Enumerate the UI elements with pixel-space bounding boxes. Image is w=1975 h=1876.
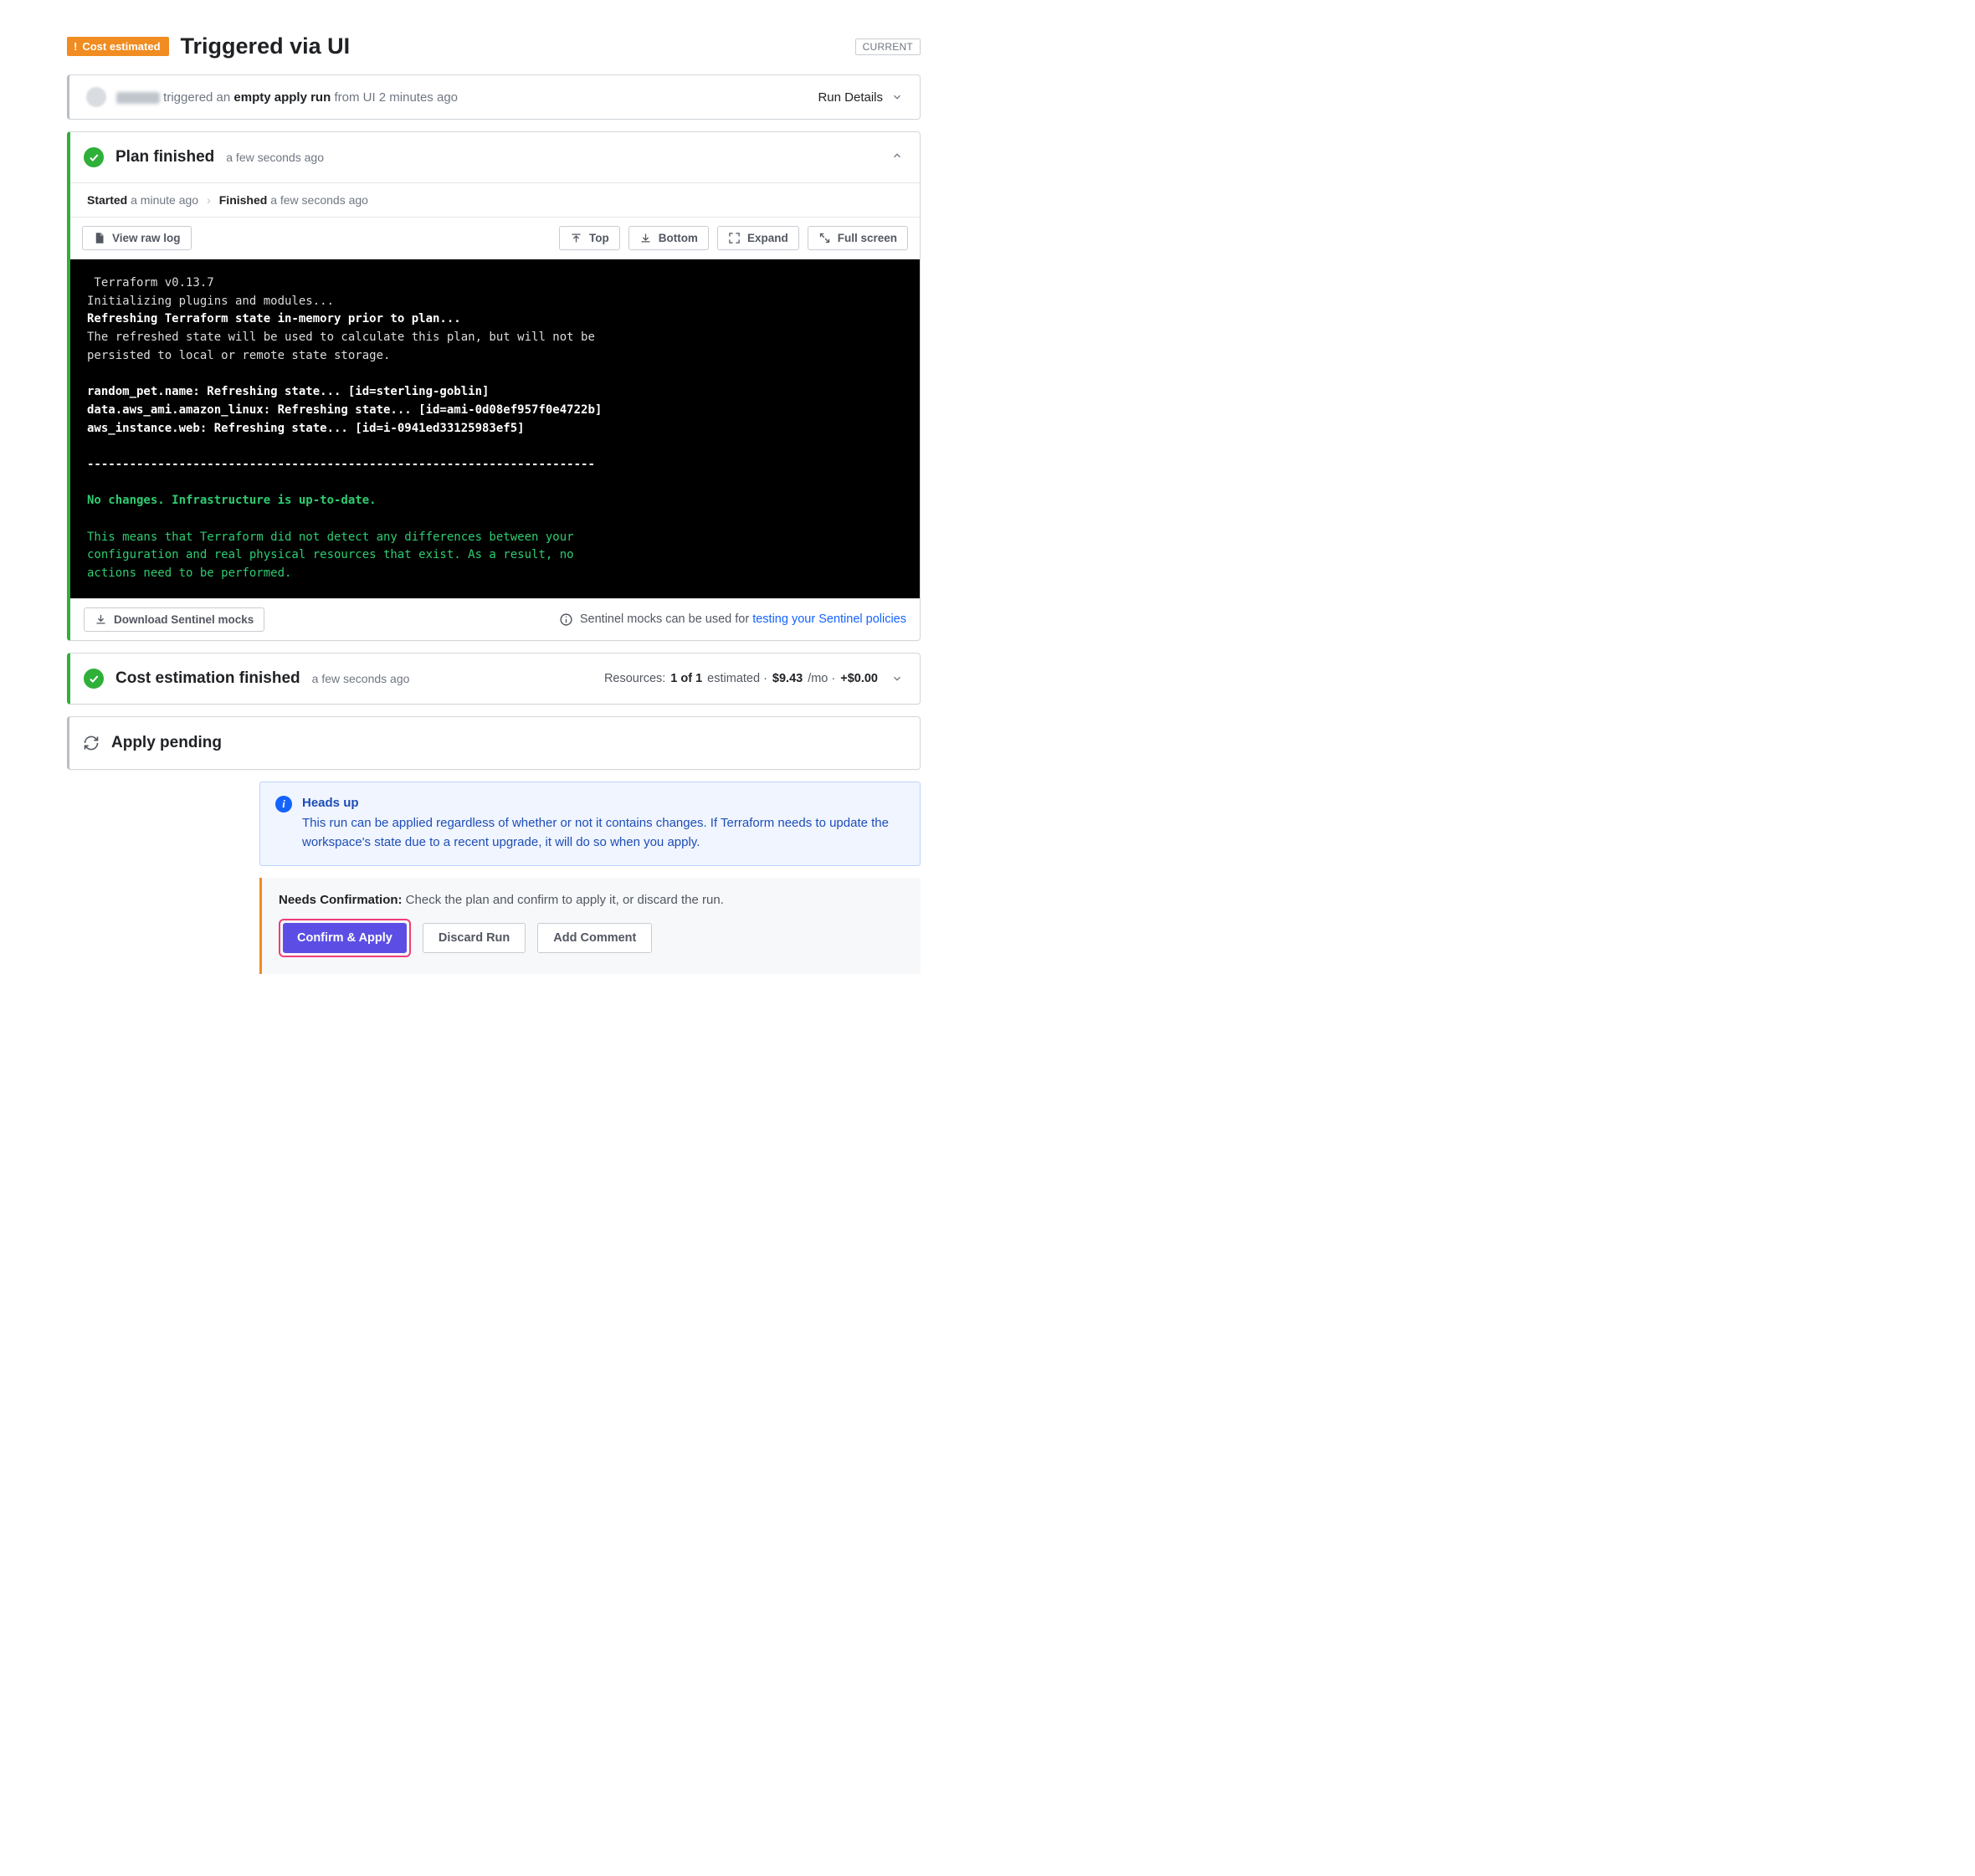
file-icon [93,232,105,244]
discard-run-button[interactable]: Discard Run [423,923,526,953]
sentinel-policies-link[interactable]: testing your Sentinel policies [752,613,906,626]
log-toolbar: View raw log Top Bottom Expand Full scre… [70,217,920,259]
plan-time: a few seconds ago [226,151,324,164]
top-button[interactable]: Top [559,226,620,250]
confirm-apply-button[interactable]: Confirm & Apply [283,923,407,953]
fullscreen-button[interactable]: Full screen [808,226,908,250]
fullscreen-icon [818,232,831,244]
chevron-down-icon [891,673,903,684]
cost-time: a few seconds ago [312,672,410,685]
chevron-up-icon [891,150,903,161]
plan-footer: Download Sentinel mocks Sentinel mocks c… [70,598,920,640]
confirmation-box: Needs Confirmation: Check the plan and c… [259,878,921,974]
expand-button[interactable]: Expand [717,226,799,250]
warning-icon: ! [74,40,77,53]
arrow-to-bottom-icon [639,232,652,244]
avatar [86,87,106,107]
add-comment-button[interactable]: Add Comment [537,923,652,953]
download-icon [95,613,107,626]
notice-title: Heads up [302,796,905,810]
expand-icon [728,232,741,244]
collapse-toggle[interactable] [891,150,903,165]
notice-body: This run can be applied regardless of wh… [302,813,905,853]
arrow-to-top-icon [570,232,582,244]
badge-label: Cost estimated [82,40,160,53]
check-circle-icon [84,669,104,689]
cost-title: Cost estimation finished [115,669,300,688]
username-redacted [116,92,160,104]
bottom-button[interactable]: Bottom [628,226,709,250]
refresh-icon [83,735,100,751]
plan-header[interactable]: Plan finished a few seconds ago [70,132,920,182]
run-trigger-panel: triggered an empty apply run from UI 2 m… [67,74,921,120]
cost-summary: Resources: 1 of 1 estimated · $9.43/mo ·… [604,672,903,685]
chevron-down-icon [891,91,903,103]
plan-panel: Plan finished a few seconds ago Started … [67,131,921,641]
info-icon [559,613,573,627]
mocks-info-text: Sentinel mocks can be used for testing y… [580,613,906,626]
trigger-text: triggered an empty apply run from UI 2 m… [116,90,458,105]
check-circle-icon [84,147,104,167]
view-raw-log-button[interactable]: View raw log [82,226,192,250]
plan-title: Plan finished [115,148,214,167]
log-output: Terraform v0.13.7 Initializing plugins a… [70,259,920,598]
page-title: Triggered via UI [181,33,351,59]
info-circle-icon: i [275,796,292,812]
cost-estimated-badge: ! Cost estimated [67,37,169,56]
current-badge: CURRENT [855,38,921,55]
run-details-label: Run Details [818,90,883,105]
plan-timeline: Started a minute ago › Finished a few se… [70,182,920,217]
apply-title: Apply pending [111,734,222,752]
cost-header[interactable]: Cost estimation finished a few seconds a… [70,654,920,704]
confirmation-text: Needs Confirmation: Check the plan and c… [279,893,904,907]
highlight-ring: Confirm & Apply [279,919,411,957]
run-details-toggle[interactable]: Run Details [818,90,903,105]
heads-up-notice: i Heads up This run can be applied regar… [259,782,921,867]
apply-panel: Apply pending [67,716,921,770]
download-sentinel-mocks-button[interactable]: Download Sentinel mocks [84,607,264,632]
cost-panel: Cost estimation finished a few seconds a… [67,653,921,705]
